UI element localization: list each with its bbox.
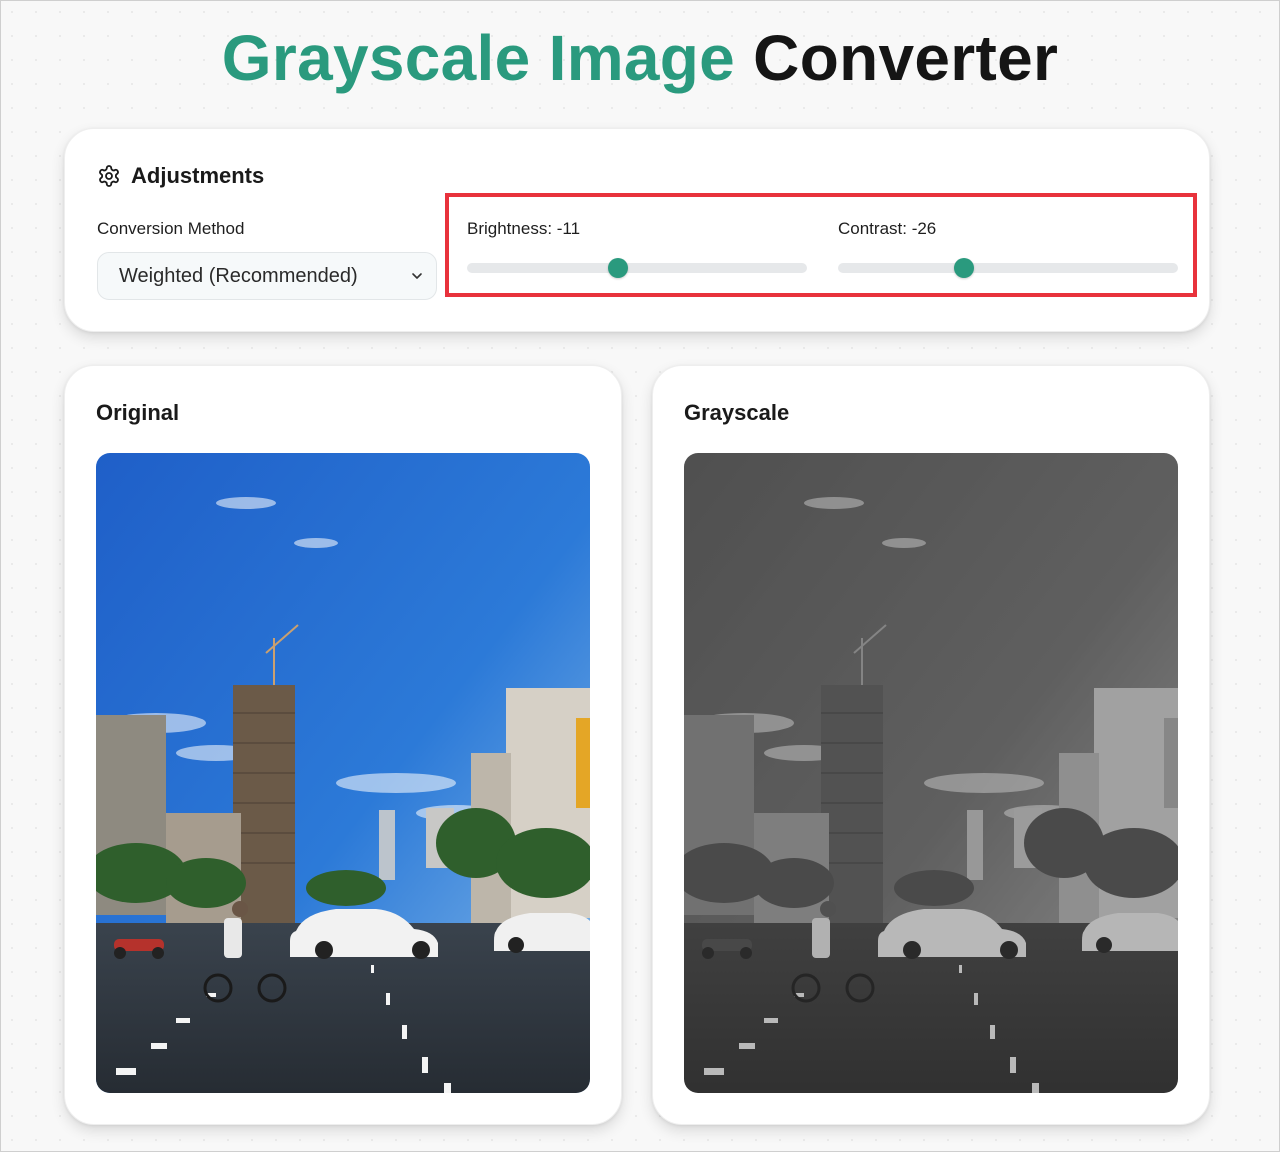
contrast-slider[interactable] [838,258,1178,278]
adjustments-title: Adjustments [131,163,265,188]
page-title-rest: Converter [753,22,1059,94]
contrast-slider-thumb[interactable] [953,258,974,278]
conversion-method-select[interactable]: Weighted (Recommended) [97,252,437,300]
original-image [96,453,590,1093]
brightness-slider[interactable] [467,258,807,278]
conversion-method-label: Conversion Method [97,219,245,238]
page-title-accent: Grayscale Image [221,22,736,94]
sliders-highlight-box [445,193,1197,297]
gear-icon [97,164,121,188]
conversion-method-value: Weighted (Recommended) [119,264,358,287]
original-panel: Original [64,365,622,1125]
grayscale-panel: Grayscale [652,365,1210,1125]
adjustments-card: Adjustments Conversion Method Weighted (… [64,128,1210,332]
adjustments-header: Adjustments [97,163,264,189]
grayscale-image [684,453,1178,1093]
page-title: Grayscale Image Converter [0,22,1280,94]
contrast-label: Contrast: -26 [838,219,937,238]
original-title: Original [96,400,180,425]
chevron-down-icon [410,269,424,283]
grayscale-title: Grayscale [684,400,790,425]
brightness-label: Brightness: -11 [467,219,581,238]
